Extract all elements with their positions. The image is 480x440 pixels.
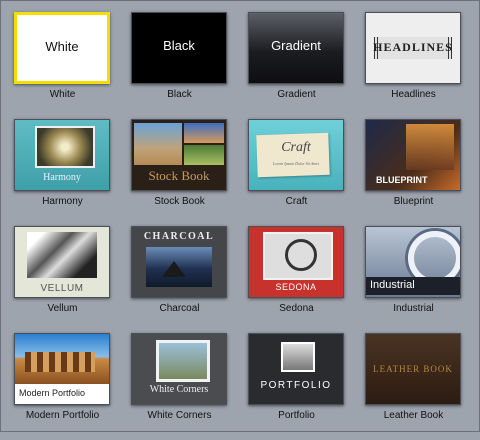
theme-label: Portfolio: [278, 410, 315, 421]
theme-label: White: [49, 89, 76, 100]
theme-industrial[interactable]: Industrial Industrial: [355, 226, 472, 333]
theme-thumbnail-sedona[interactable]: SEDONA: [248, 226, 344, 298]
theme-label: White Corners: [147, 410, 212, 421]
theme-thumbnail-industrial[interactable]: Industrial: [365, 226, 461, 298]
framed-photo: [281, 342, 315, 372]
theme-stock-book[interactable]: Stock Book Stock Book: [121, 119, 238, 226]
theme-white-corners[interactable]: White Corners White Corners: [121, 333, 238, 440]
architecture-photo: [27, 232, 97, 278]
theme-label: Blueprint: [393, 196, 434, 207]
theme-label: Black: [167, 89, 192, 100]
theme-thumbnail-title: BLUEPRINT: [376, 175, 428, 185]
theme-label: Leather Book: [383, 410, 444, 421]
theme-label: Charcoal: [159, 303, 200, 314]
theme-thumbnail-vellum[interactable]: VELLUM: [14, 226, 110, 298]
theme-thumbnail-title: Harmony: [43, 172, 81, 183]
theme-thumbnail-title: Modern Portfolio: [19, 388, 86, 398]
theme-portfolio[interactable]: PORTFOLIO Portfolio: [238, 333, 355, 440]
theme-gradient[interactable]: Gradient Gradient: [238, 12, 355, 119]
theme-white[interactable]: White White: [4, 12, 121, 119]
theme-thumbnail-title: Gradient: [271, 38, 321, 53]
theme-label: Harmony: [42, 196, 83, 207]
theme-grid: White White Black Black Gradient Gradien…: [4, 12, 472, 440]
theme-thumbnail-portfolio[interactable]: PORTFOLIO: [248, 333, 344, 405]
theme-thumbnail-subtitle: Lorem Ipsum Dolor Sit Amet: [273, 161, 319, 166]
theme-charcoal[interactable]: CHARCOAL Charcoal: [121, 226, 238, 333]
theme-thumbnail-title: VELLUM: [40, 283, 84, 294]
people-photo: [156, 340, 210, 382]
theme-thumbnail-harmony[interactable]: Harmony: [14, 119, 110, 191]
mountain-shape: [162, 261, 186, 277]
arches-shape: [25, 352, 95, 372]
theme-thumbnail-title: CHARCOAL: [143, 231, 215, 242]
theme-thumbnail-gradient[interactable]: Gradient: [248, 12, 344, 84]
theme-thumbnail-black[interactable]: Black: [131, 12, 227, 84]
wheel-shape: [285, 239, 317, 271]
theme-black[interactable]: Black Black: [121, 12, 238, 119]
theme-thumbnail-charcoal[interactable]: CHARCOAL: [131, 226, 227, 298]
theme-thumbnail-white-corners[interactable]: White Corners: [131, 333, 227, 405]
theme-thumbnail-leather-book[interactable]: LEATHER BOOK: [365, 333, 461, 405]
theme-vellum[interactable]: VELLUM Vellum: [4, 226, 121, 333]
theme-label: Industrial: [393, 303, 434, 314]
theme-thumbnail-title: White Corners: [149, 384, 209, 395]
theme-thumbnail-modern-portfolio[interactable]: Modern Portfolio: [14, 333, 110, 405]
theme-thumbnail-title: Industrial: [370, 279, 415, 291]
sunset-photo: [184, 123, 224, 143]
theme-thumbnail-title: HEADLINES: [373, 40, 453, 54]
theme-sedona[interactable]: SEDONA Sedona: [238, 226, 355, 333]
theme-modern-portfolio[interactable]: Modern Portfolio Modern Portfolio: [4, 333, 121, 440]
theme-thumbnail-title: Craft: [281, 140, 311, 155]
theme-label: Vellum: [47, 303, 78, 314]
theme-leather-book[interactable]: LEATHER BOOK Leather Book: [355, 333, 472, 440]
tower-photo: [134, 123, 182, 165]
theme-thumbnail-title: Black: [163, 38, 195, 53]
theme-thumbnail-white[interactable]: White: [14, 12, 110, 84]
theme-label: Stock Book: [154, 196, 205, 207]
theme-craft[interactable]: Craft Lorem Ipsum Dolor Sit Amet Craft: [238, 119, 355, 226]
theme-blueprint[interactable]: BLUEPRINT Blueprint: [355, 119, 472, 226]
theme-thumbnail-craft[interactable]: Craft Lorem Ipsum Dolor Sit Amet: [248, 119, 344, 191]
interior-photo: [406, 124, 454, 170]
theme-headlines[interactable]: HEADLINES Headlines: [355, 12, 472, 119]
theme-label: Sedona: [279, 303, 314, 314]
theme-thumbnail-title: Stock Book: [148, 168, 210, 183]
theme-thumbnail-headlines[interactable]: HEADLINES: [365, 12, 461, 84]
theme-label: Craft: [285, 196, 308, 207]
theme-thumbnail-stock-book[interactable]: Stock Book: [131, 119, 227, 191]
theme-thumbnail-title: LEATHER BOOK: [373, 364, 453, 374]
theme-label: Modern Portfolio: [25, 410, 100, 421]
theme-thumbnail-title: PORTFOLIO: [260, 380, 332, 391]
theme-thumbnail-title: SEDONA: [275, 282, 317, 292]
flower-photo: [35, 126, 95, 168]
theme-thumbnail-blueprint[interactable]: BLUEPRINT: [365, 119, 461, 191]
theme-label: Headlines: [391, 89, 436, 100]
theme-harmony[interactable]: Harmony Harmony: [4, 119, 121, 226]
theme-thumbnail-title: White: [45, 39, 79, 54]
theme-label: Gradient: [277, 89, 316, 100]
landscape-photo: [184, 145, 224, 165]
